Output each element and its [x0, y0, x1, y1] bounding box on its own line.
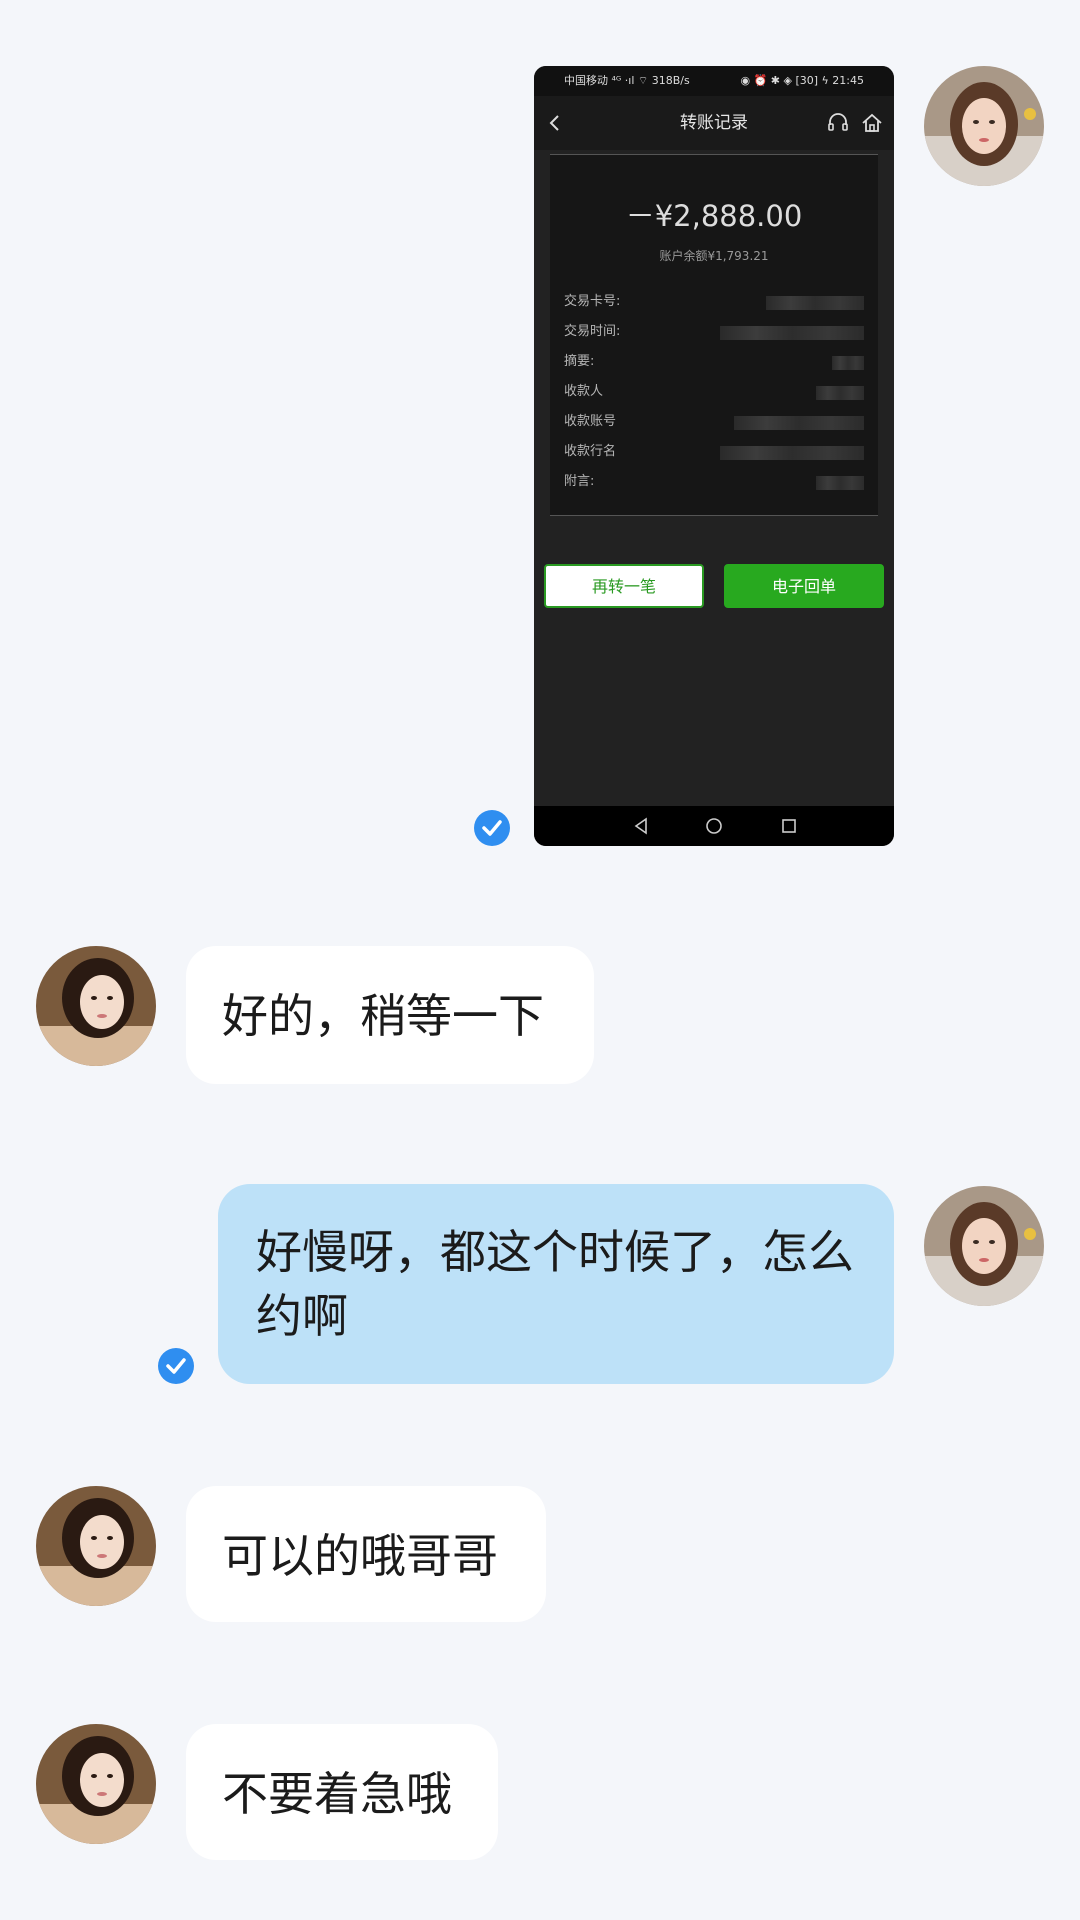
message-text: 可以的哦哥哥 — [222, 1529, 498, 1583]
phone-status-bar: 中国移动 ⁴ᴳ ·ıl ⌔ 318B/s ◉ ⏰ ✱ ◈ [30] ϟ 21:4… — [534, 66, 894, 96]
field-label: 交易卡号: — [564, 294, 621, 309]
message-text: 好慢呀，都这个时候了，怎么约啊 — [256, 1225, 854, 1343]
avatar-image — [924, 1186, 1044, 1306]
my-avatar[interactable] — [924, 1186, 1044, 1306]
headset-icon — [828, 113, 848, 131]
avatar-image — [924, 66, 1044, 186]
field-row: 收款人 — [564, 377, 864, 407]
account-balance: 账户余额¥1,793.21 — [659, 249, 769, 263]
blurred-value — [720, 326, 864, 340]
transfer-detail-card: －¥2,888.00 账户余额¥1,793.21 交易卡号: 交易时间: 摘要:… — [550, 154, 878, 516]
blurred-value — [816, 386, 864, 400]
field-row: 交易时间: — [564, 317, 864, 347]
system-nav-bar — [534, 806, 894, 846]
field-row: 附言: — [564, 467, 864, 497]
blurred-value — [720, 446, 864, 460]
read-check-icon — [474, 810, 510, 846]
field-label: 收款行名 — [564, 444, 617, 459]
incoming-message: 好的，稍等一下 — [186, 946, 594, 1084]
transfer-screenshot-image[interactable]: 中国移动 ⁴ᴳ ·ıl ⌔ 318B/s ◉ ⏰ ✱ ◈ [30] ϟ 21:4… — [534, 66, 894, 846]
nav-home-icon — [706, 818, 722, 834]
message-text: 不要着急哦 — [222, 1767, 452, 1821]
outgoing-message: 好慢呀，都这个时候了，怎么约啊 — [218, 1184, 894, 1384]
field-label: 摘要: — [564, 354, 595, 369]
field-label: 收款人 — [564, 384, 604, 399]
home-icon — [862, 113, 882, 132]
transfer-again-button: 再转一笔 — [544, 564, 704, 608]
field-row: 收款行名 — [564, 437, 864, 467]
blurred-value — [816, 476, 864, 490]
status-left: 中国移动 ⁴ᴳ ·ıl ⌔ 318B/s — [564, 74, 690, 87]
blurred-value — [734, 416, 864, 430]
field-label: 收款账号 — [564, 414, 617, 429]
message-text: 好的，稍等一下 — [222, 989, 544, 1043]
contact-avatar[interactable] — [36, 1724, 156, 1844]
nav-back-icon — [634, 817, 647, 835]
contact-avatar[interactable] — [36, 946, 156, 1066]
avatar-image — [36, 1486, 156, 1606]
my-avatar[interactable] — [924, 66, 1044, 186]
transfer-fields: 交易卡号: 交易时间: 摘要: 收款人 收款账号 收款行名 附言: — [564, 287, 864, 497]
avatar-image — [36, 1724, 156, 1844]
read-check-icon — [158, 1348, 194, 1384]
field-label: 交易时间: — [564, 324, 621, 339]
nav-recents-icon — [782, 819, 796, 833]
field-label: 附言: — [564, 474, 595, 489]
incoming-message: 不要着急哦 — [186, 1724, 498, 1860]
e-receipt-button: 电子回单 — [724, 564, 884, 608]
incoming-message: 可以的哦哥哥 — [186, 1486, 546, 1622]
contact-avatar[interactable] — [36, 1486, 156, 1606]
blurred-value — [832, 356, 864, 370]
field-row: 交易卡号: — [564, 287, 864, 317]
blurred-value — [766, 296, 864, 310]
status-right: ◉ ⏰ ✱ ◈ [30] ϟ 21:45 — [740, 74, 865, 87]
transfer-amount: －¥2,888.00 — [625, 199, 803, 233]
app-nav-bar: 转账记录 — [534, 96, 894, 150]
field-row: 摘要: — [564, 347, 864, 377]
field-row: 收款账号 — [564, 407, 864, 437]
avatar-image — [36, 946, 156, 1066]
